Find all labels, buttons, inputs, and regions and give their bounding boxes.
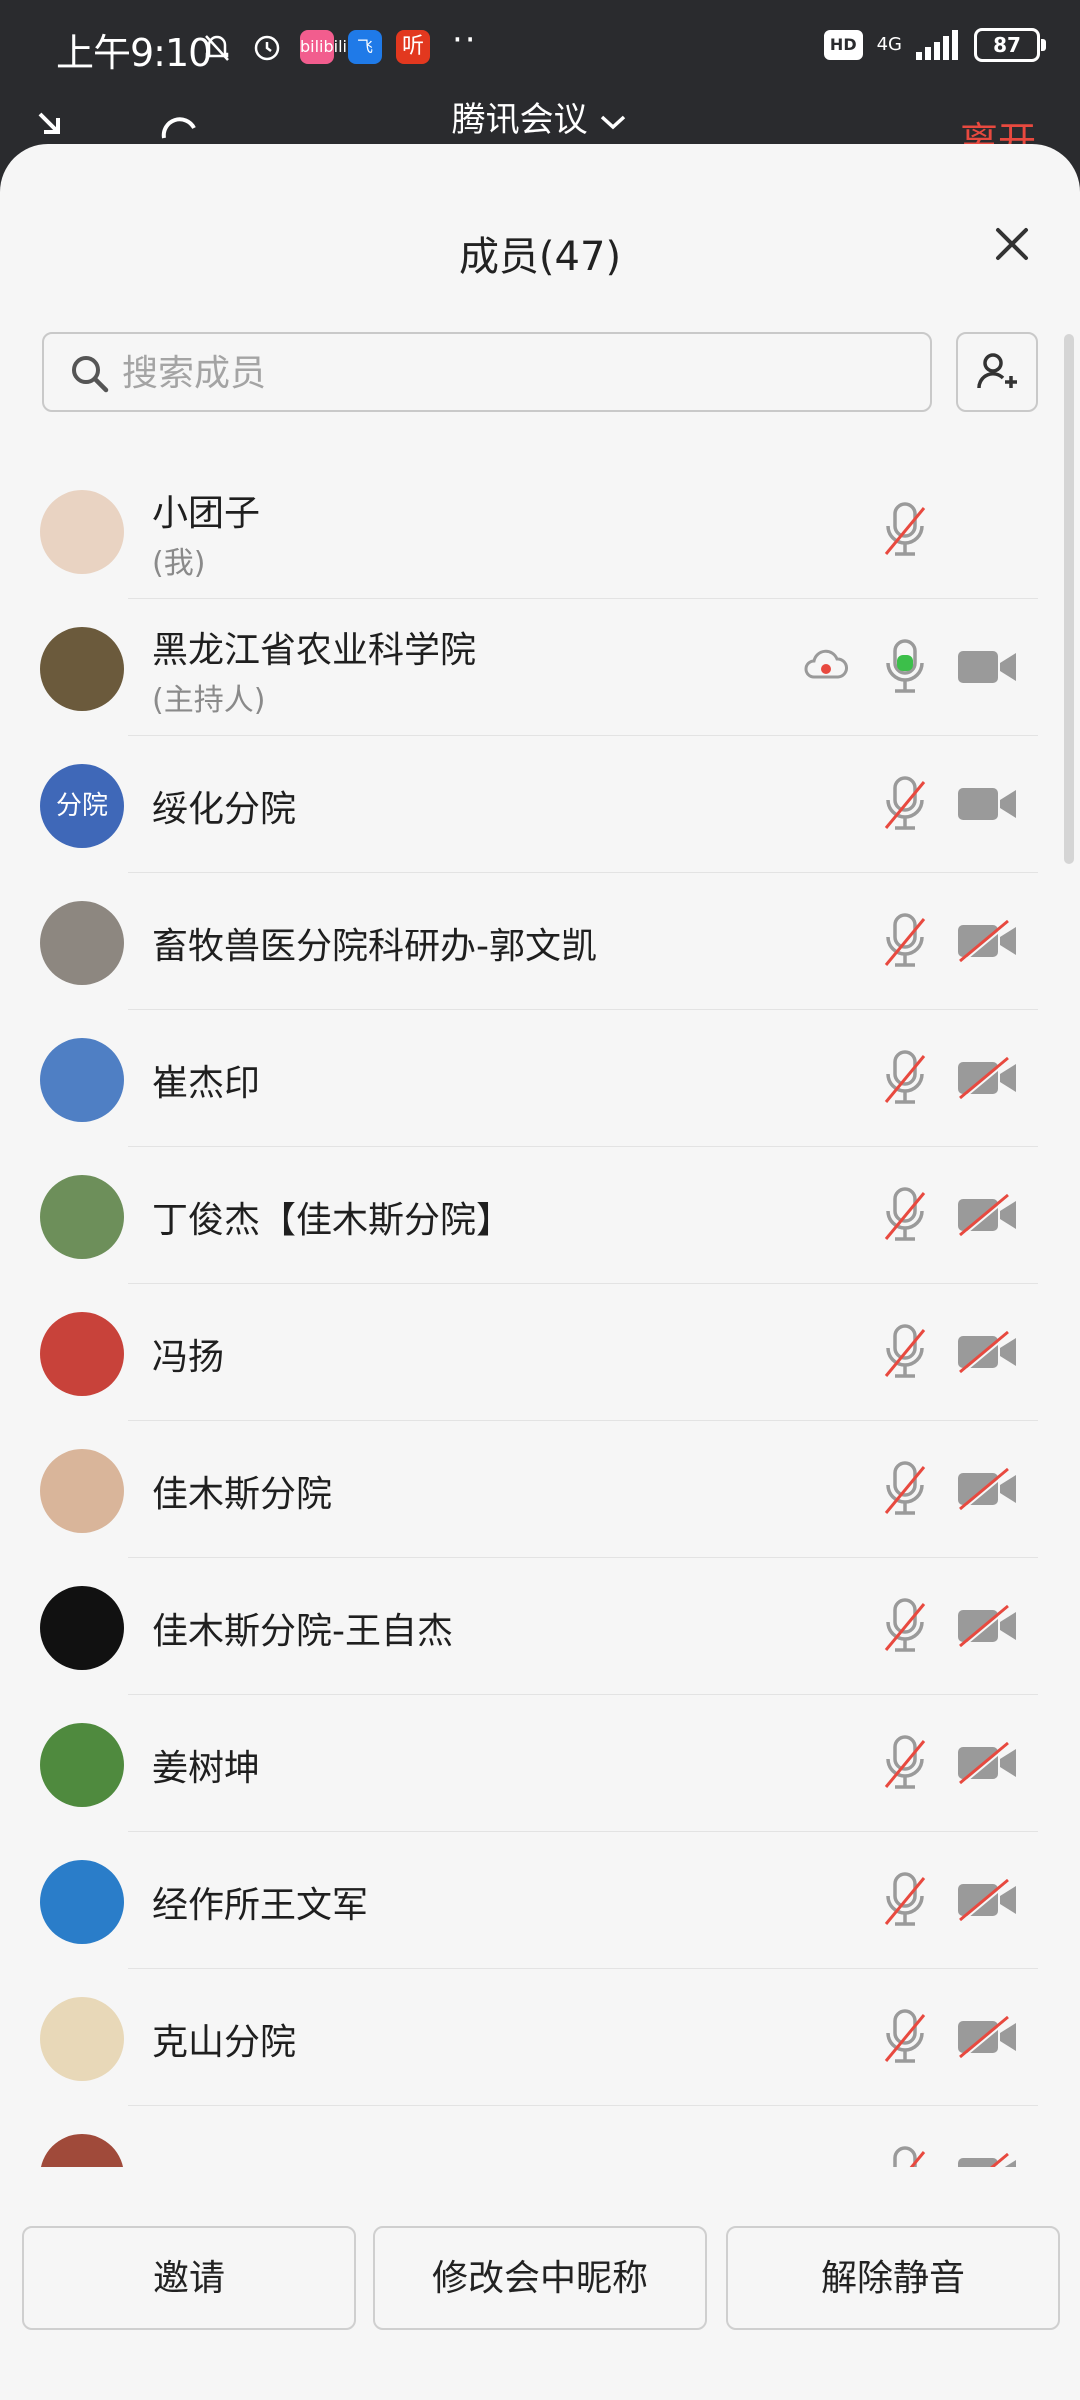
- camera-off-icon[interactable]: [956, 919, 1018, 967]
- avatar: [40, 2134, 124, 2167]
- hd-badge: HD: [823, 30, 863, 60]
- avatar: [40, 1586, 124, 1670]
- add-member-button[interactable]: [956, 332, 1038, 412]
- unmute-button[interactable]: 解除静音: [726, 2226, 1060, 2330]
- signal-icon: [916, 30, 958, 60]
- mic-muted-icon[interactable]: [880, 1185, 930, 1249]
- camera-off-icon[interactable]: [956, 1878, 1018, 1926]
- camera-off-icon[interactable]: [956, 2152, 1018, 2167]
- camera-off-icon[interactable]: [956, 1193, 1018, 1241]
- camera-off-icon[interactable]: [956, 1056, 1018, 1104]
- avatar: [40, 1860, 124, 1944]
- battery-level: 87: [974, 28, 1046, 62]
- avatar: [40, 1312, 124, 1396]
- mic-muted-icon[interactable]: [880, 2007, 930, 2071]
- feishu-app-icon: 飞: [348, 30, 382, 64]
- member-name: 畜牧兽医分院科研办-郭文凯: [152, 926, 597, 967]
- mic-muted-icon[interactable]: [880, 1322, 930, 1386]
- bottom-action-bar: 邀请 修改会中昵称 解除静音: [0, 2176, 1080, 2400]
- invite-button[interactable]: 邀请: [22, 2226, 356, 2330]
- status-bar: 上午9:10 bilibili 飞 听 ·· HD 4G 87: [0, 0, 1080, 100]
- alarm-icon: [254, 35, 280, 61]
- avatar: [40, 1175, 124, 1259]
- member-row[interactable]: 姜树坤: [0, 1695, 1080, 1832]
- camera-off-icon[interactable]: [956, 1330, 1018, 1378]
- mic-muted-icon[interactable]: [880, 1459, 930, 1523]
- member-name: 佳木斯分院: [152, 1474, 333, 1515]
- mic-muted-icon[interactable]: [880, 1596, 930, 1660]
- member-name: 绥化分院: [152, 789, 297, 830]
- search-input[interactable]: [120, 334, 914, 412]
- avatar: [40, 1997, 124, 2081]
- mic-muted-icon[interactable]: [880, 500, 930, 564]
- member-name: 姜树坤: [152, 1748, 261, 1789]
- mic-muted-icon[interactable]: [880, 1733, 930, 1797]
- avatar: [40, 1723, 124, 1807]
- member-name: 冯扬: [152, 1337, 225, 1378]
- member-row[interactable]: 冯扬: [0, 1284, 1080, 1421]
- member-row[interactable]: 佳木斯分院-王自杰: [0, 1558, 1080, 1695]
- member-row[interactable]: [0, 2106, 1080, 2167]
- camera-off-icon[interactable]: [956, 2015, 1018, 2063]
- camera-off-icon[interactable]: [956, 1467, 1018, 1515]
- member-name: 小团子: [152, 493, 261, 534]
- cloud-recording-icon: [804, 649, 848, 687]
- dnd-bell-icon: [205, 35, 229, 61]
- member-row[interactable]: 畜牧兽医分院科研办-郭文凯: [0, 873, 1080, 1010]
- member-row[interactable]: 丁俊杰【佳木斯分院】: [0, 1147, 1080, 1284]
- mic-muted-icon[interactable]: [880, 1048, 930, 1112]
- ting-app-icon: 听: [396, 30, 430, 64]
- rename-button[interactable]: 修改会中昵称: [373, 2226, 707, 2330]
- avatar: [40, 1449, 124, 1533]
- member-row[interactable]: 经作所王文军: [0, 1832, 1080, 1969]
- mic-muted-icon[interactable]: [880, 774, 930, 838]
- member-row[interactable]: 克山分院: [0, 1969, 1080, 2106]
- member-name: 经作所王文军: [152, 1885, 369, 1926]
- close-icon[interactable]: [984, 216, 1040, 272]
- add-user-icon: [977, 353, 1017, 389]
- member-name: 克山分院: [152, 2022, 297, 2063]
- member-name: 佳木斯分院-王自杰: [152, 1611, 453, 1652]
- more-notifications-icon: ··: [452, 20, 478, 60]
- camera-on-icon[interactable]: [956, 645, 1018, 693]
- meeting-title[interactable]: 腾讯会议: [0, 92, 1080, 141]
- chevron-down-icon: [601, 115, 626, 129]
- member-row[interactable]: 崔杰印: [0, 1010, 1080, 1147]
- bilibili-app-icon: bilibili: [300, 30, 347, 64]
- mic-on-icon[interactable]: [880, 637, 930, 701]
- search-box[interactable]: [42, 332, 932, 412]
- search-icon: [72, 356, 109, 393]
- mic-muted-icon[interactable]: [880, 911, 930, 975]
- camera-on-icon[interactable]: [956, 782, 1018, 830]
- camera-off-icon[interactable]: [956, 1741, 1018, 1789]
- camera-off-icon[interactable]: [956, 1604, 1018, 1652]
- member-name: 黑龙江省农业科学院: [152, 630, 477, 671]
- avatar: [40, 901, 124, 985]
- panel-title: 成员(47): [458, 234, 622, 280]
- avatar: 分院: [40, 764, 124, 848]
- member-role: (主持人): [152, 683, 266, 718]
- mic-muted-icon[interactable]: [880, 2144, 930, 2167]
- member-name: 丁俊杰【佳木斯分院】: [152, 1200, 513, 1241]
- member-row[interactable]: 佳木斯分院: [0, 1421, 1080, 1558]
- avatar: [40, 490, 124, 574]
- status-right: HD 4G 87: [823, 28, 1046, 62]
- members-panel: 成员(47) 小团子 (我) 黑龙江省农业科学院 (主持人) 分院绥化分院畜牧兽医分院科…: [0, 144, 1080, 2400]
- member-role: (我): [152, 546, 206, 581]
- mic-muted-icon[interactable]: [880, 1870, 930, 1934]
- avatar: [40, 1038, 124, 1122]
- member-row[interactable]: 黑龙江省农业科学院 (主持人): [0, 599, 1080, 736]
- status-time: 上午9:10: [56, 31, 212, 75]
- network-type: 4G: [876, 34, 902, 55]
- member-list: 小团子 (我) 黑龙江省农业科学院 (主持人) 分院 绥化分院畜牧兽医分院科研办-郭文凯崔…: [0, 462, 1080, 2167]
- avatar: [40, 627, 124, 711]
- member-name: 崔杰印: [152, 1063, 261, 1104]
- member-row[interactable]: 小团子 (我): [0, 462, 1080, 599]
- member-row[interactable]: 分院 绥化分院: [0, 736, 1080, 873]
